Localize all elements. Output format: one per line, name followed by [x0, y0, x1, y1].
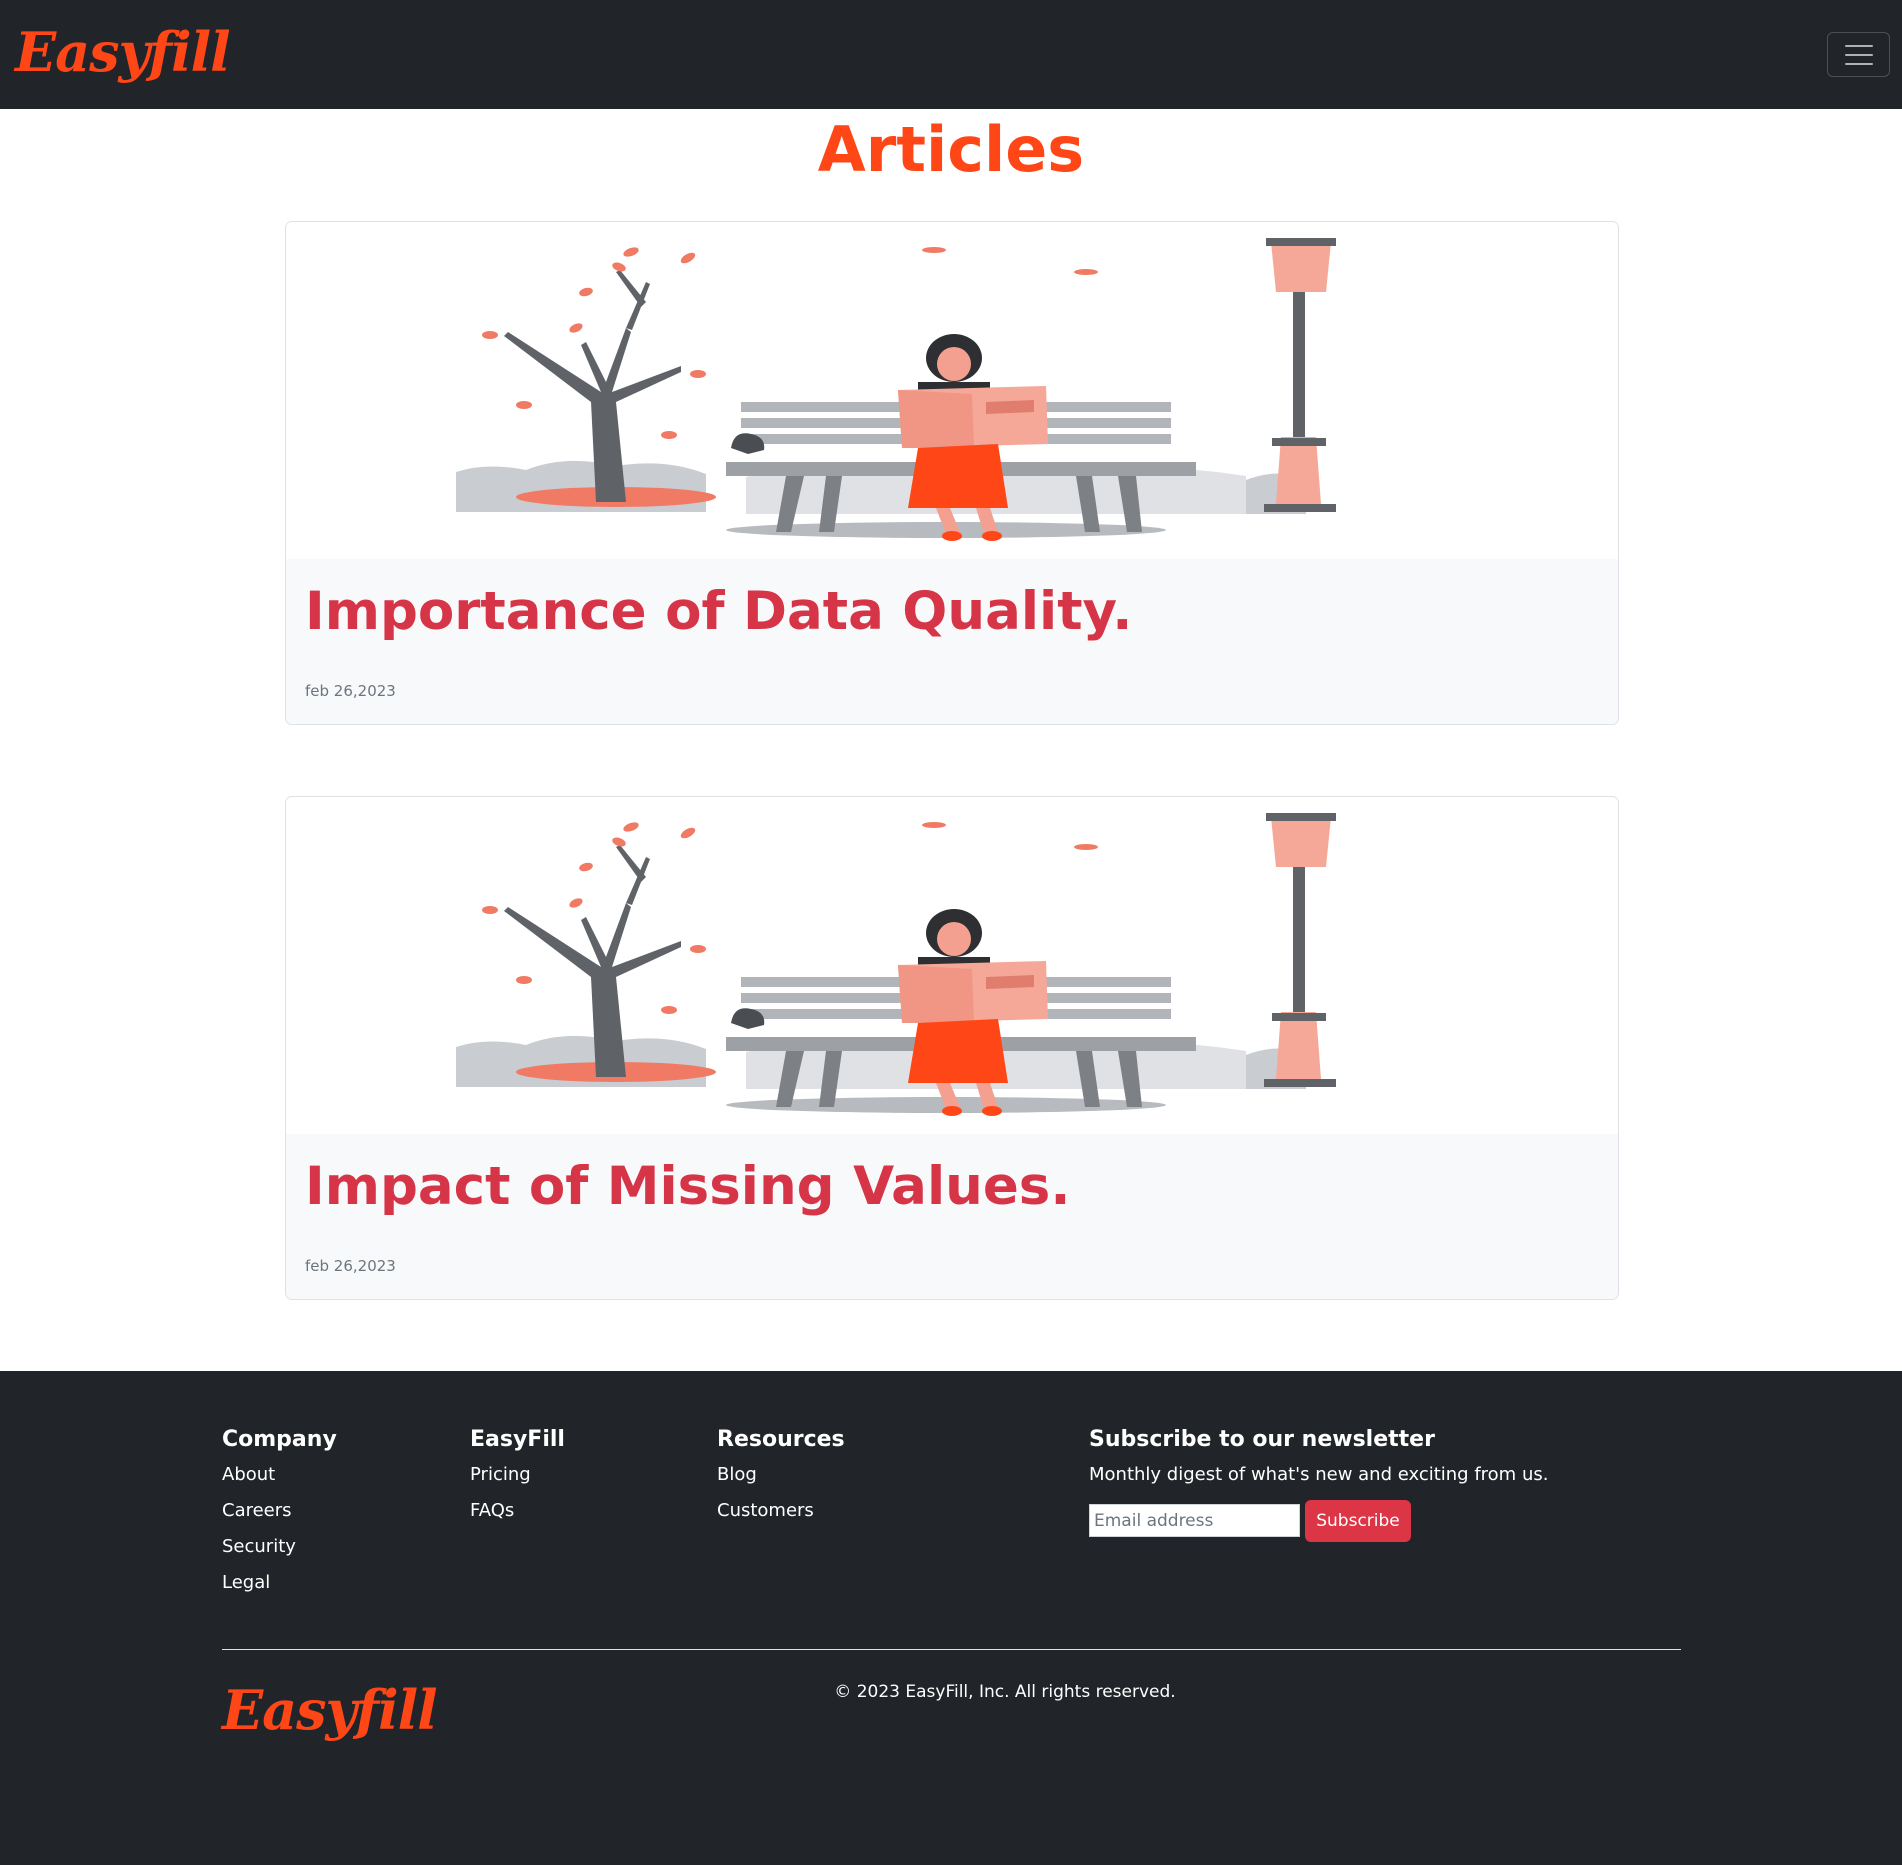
footer-link-faqs[interactable]: FAQs — [470, 1493, 565, 1529]
article-illustration — [286, 222, 1618, 559]
hamburger-icon — [1844, 62, 1873, 65]
footer-divider — [222, 1649, 1681, 1650]
woman-reading-on-bench-illustration — [456, 813, 1336, 1116]
footer-link-pricing[interactable]: Pricing — [470, 1457, 565, 1493]
navbar: Easyfill — [0, 0, 1902, 109]
email-field[interactable] — [1089, 1504, 1300, 1537]
newsletter-section: Subscribe to our newsletter Monthly dige… — [1089, 1425, 1548, 1543]
woman-reading-on-bench-illustration — [456, 238, 1336, 541]
article-title[interactable]: Importance of Data Quality. — [305, 579, 1132, 645]
hamburger-icon — [1844, 53, 1873, 56]
footer-heading: EasyFill — [470, 1427, 565, 1452]
footer-link-customers[interactable]: Customers — [717, 1493, 845, 1529]
footer-link-legal[interactable]: Legal — [222, 1565, 337, 1601]
article-date: feb 26,2023 — [305, 682, 396, 700]
hamburger-icon — [1844, 44, 1873, 47]
article-title[interactable]: Impact of Missing Values. — [305, 1154, 1070, 1220]
article-card-body: Impact of Missing Values. feb 26,2023 — [286, 1134, 1618, 1299]
newsletter-description: Monthly digest of what's new and excitin… — [1089, 1464, 1549, 1485]
footer-column-resources: Resources Blog Customers — [717, 1425, 845, 1529]
article-card[interactable]: Importance of Data Quality. feb 26,2023 — [285, 221, 1619, 725]
footer-link-security[interactable]: Security — [222, 1529, 337, 1565]
page-title: Articles — [817, 113, 1085, 186]
footer-column-easyfill: EasyFill Pricing FAQs — [470, 1425, 565, 1529]
article-card-body: Importance of Data Quality. feb 26,2023 — [286, 559, 1618, 724]
newsletter-form: Subscribe — [1089, 1493, 1548, 1543]
footer-link-careers[interactable]: Careers — [222, 1493, 337, 1529]
article-card[interactable]: Impact of Missing Values. feb 26,2023 — [285, 796, 1619, 1300]
footer-column-company: Company About Careers Security Legal — [222, 1425, 337, 1601]
article-illustration — [286, 797, 1618, 1134]
navbar-toggle-button[interactable] — [1827, 32, 1890, 77]
footer-link-blog[interactable]: Blog — [717, 1457, 845, 1493]
footer-heading: Resources — [717, 1427, 845, 1452]
footer-link-about[interactable]: About — [222, 1457, 337, 1493]
copyright-text: © 2023 EasyFill, Inc. All rights reserve… — [834, 1682, 1176, 1702]
footer: Company About Careers Security Legal Eas… — [0, 1371, 1902, 1865]
brand-logo[interactable]: Easyfill — [15, 20, 231, 84]
subscribe-button[interactable]: Subscribe — [1305, 1500, 1411, 1542]
footer-heading: Company — [222, 1427, 337, 1452]
newsletter-heading: Subscribe to our newsletter — [1089, 1427, 1435, 1452]
article-date: feb 26,2023 — [305, 1257, 396, 1275]
